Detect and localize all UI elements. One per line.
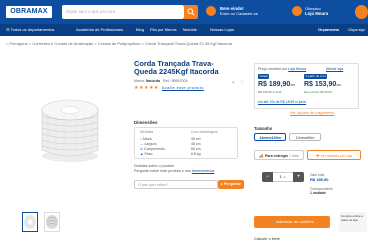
quantity-value[interactable]: 1 un bbox=[273, 172, 293, 182]
brand-name[interactable]: Itacorda bbox=[146, 79, 160, 83]
add-to-cart-button[interactable]: 🛒 Adicionar ao carrinho bbox=[254, 216, 330, 228]
rate-product-link[interactable]: Avalie este produto bbox=[162, 86, 204, 90]
nav-bar: ☰ Todos os departamentos Academia de Pro… bbox=[0, 24, 368, 36]
sku: 89597005 bbox=[171, 79, 188, 83]
login-sub: Entre ou Cadastre-se bbox=[220, 11, 259, 16]
top-header: OBRAMAX Digite aqui o que procura Bem-vi… bbox=[0, 0, 368, 24]
nav-lojas[interactable]: Nossas Lojas bbox=[210, 24, 234, 36]
pickup-info-box[interactable]: Compre online e retire na loja bbox=[339, 212, 367, 232]
thumbnail-2[interactable] bbox=[44, 212, 60, 232]
store-sub: Lojo Moura bbox=[305, 11, 329, 16]
obramax-logo[interactable]: OBRAMAX bbox=[6, 6, 52, 18]
dim-height-label: ↕ Altura bbox=[140, 137, 152, 141]
questions-section: Dúvidas sobre o produto Pergunte sobre es… bbox=[134, 164, 234, 174]
nav-tabloide[interactable]: Tabloide bbox=[182, 24, 197, 36]
size-option-1[interactable]: 12mmx100m bbox=[254, 133, 286, 141]
width-icon: ↔ bbox=[140, 142, 144, 146]
weight-icon: ▲ bbox=[140, 152, 144, 156]
search-icon bbox=[187, 8, 195, 16]
total-value: Valor total R$ 189,90 bbox=[310, 173, 329, 182]
bulk-price: R$ 153,90/un bbox=[304, 81, 342, 88]
qa-link[interactable]: forneceremos bbox=[192, 169, 215, 173]
ask-button[interactable]: ▸ Perguntar bbox=[218, 180, 244, 189]
dim-height-value: 45 cm bbox=[191, 137, 201, 141]
bulk-badge: A partir de 2 un bbox=[304, 74, 328, 79]
qa-sub: Pergunte sobre este produto e nos bbox=[134, 169, 191, 173]
retail-badge: Varejo bbox=[258, 74, 270, 79]
dimensions-title: Dimensões bbox=[134, 120, 158, 125]
store-location-icon[interactable] bbox=[292, 6, 302, 16]
installments-link[interactable]: em até 10x de R$ 18,99 s/ juros bbox=[258, 100, 306, 104]
delivery-button[interactable]: 🚚 Para entregar 7 dias bbox=[254, 150, 304, 160]
search-input[interactable]: Digite aqui o que procura bbox=[62, 5, 184, 19]
dim-width-label: ↔ Largura bbox=[140, 142, 157, 146]
payment-options-link[interactable]: Ver opções de pagamento bbox=[290, 111, 334, 115]
change-store-link[interactable]: Alterar loja bbox=[326, 67, 343, 71]
nav-departments[interactable]: ☰ Todos os departamentos bbox=[6, 24, 54, 36]
breadcrumb-text[interactable]: Ferragens > Correntes e Cordas de Amarra… bbox=[10, 41, 232, 46]
dim-weight-value: 6.8 kg bbox=[191, 152, 201, 156]
nav-fita[interactable]: Fita por Menos bbox=[150, 24, 177, 36]
store-selector[interactable]: Olímpico Lojo Moura bbox=[305, 6, 328, 16]
nav-blog[interactable]: Blog bbox=[136, 24, 144, 36]
user-icon[interactable] bbox=[206, 6, 216, 16]
per-unit-note: Correspondente 1 unidade bbox=[310, 187, 333, 195]
size-title: Tamanho bbox=[254, 126, 273, 131]
product-title: Corda Trançada Trava-Queda 2245Kgf Itaco… bbox=[134, 59, 219, 76]
height-icon: ↕ bbox=[140, 137, 142, 141]
size-option-2[interactable]: 12mmx50m bbox=[289, 133, 321, 141]
question-input[interactable]: O que quer saber? bbox=[134, 180, 218, 189]
dim-width-value: 48 cm bbox=[191, 142, 201, 146]
length-icon: ⊙ bbox=[140, 147, 143, 151]
rating-stars: ★★★★★ Avalie este produto bbox=[134, 85, 204, 91]
price-store-line: Preço vendido por Loja Moura bbox=[258, 67, 307, 71]
store-link[interactable]: Loja Moura bbox=[288, 67, 306, 71]
nav-academia[interactable]: Academia de Profissionais bbox=[76, 24, 123, 36]
dim-header-measures: Medidas bbox=[140, 130, 154, 134]
pickup-button[interactable]: ⬒ Ver retirada por loja bbox=[307, 150, 361, 160]
login-link[interactable]: Bem-vindo! Entre ou Cadastre-se bbox=[220, 6, 258, 16]
nav-orcamento-sub[interactable]: Clique aqui bbox=[348, 24, 365, 36]
bulk-sub: Economize R$ 36,00 bbox=[304, 90, 332, 94]
favorite-heart-icon[interactable]: ♡ bbox=[240, 80, 244, 86]
quantity-decrease-button[interactable]: − bbox=[262, 172, 273, 182]
share-icon[interactable]: < bbox=[232, 80, 235, 86]
shipping-calc-title: Calcule o frete bbox=[254, 236, 280, 241]
dim-header-packaging: Com embalagem bbox=[191, 130, 218, 134]
thumbnail-1[interactable] bbox=[22, 212, 38, 232]
product-main-image[interactable] bbox=[36, 94, 104, 166]
retail-sub: R$ 189,90 à vista bbox=[258, 90, 282, 94]
dim-length-value: 66 cm bbox=[191, 147, 201, 151]
dim-weight-label: ▲ Peso bbox=[140, 152, 153, 156]
nav-orcamento[interactable]: Orçamento bbox=[318, 24, 339, 36]
cart-icon[interactable] bbox=[355, 5, 368, 19]
product-meta: Marca: Itacorda Ref.: 89597005 bbox=[134, 79, 188, 83]
dim-length-label: ⊙ Comprimento bbox=[140, 147, 165, 151]
search-button[interactable] bbox=[184, 5, 198, 19]
thumbnail-column bbox=[21, 68, 31, 172]
quantity-increase-button[interactable]: + bbox=[293, 172, 304, 182]
retail-price: R$ 189,90/un bbox=[258, 81, 296, 88]
breadcrumb: ⌂ Ferragens > Correntes e Cordas de Amar… bbox=[6, 41, 232, 46]
